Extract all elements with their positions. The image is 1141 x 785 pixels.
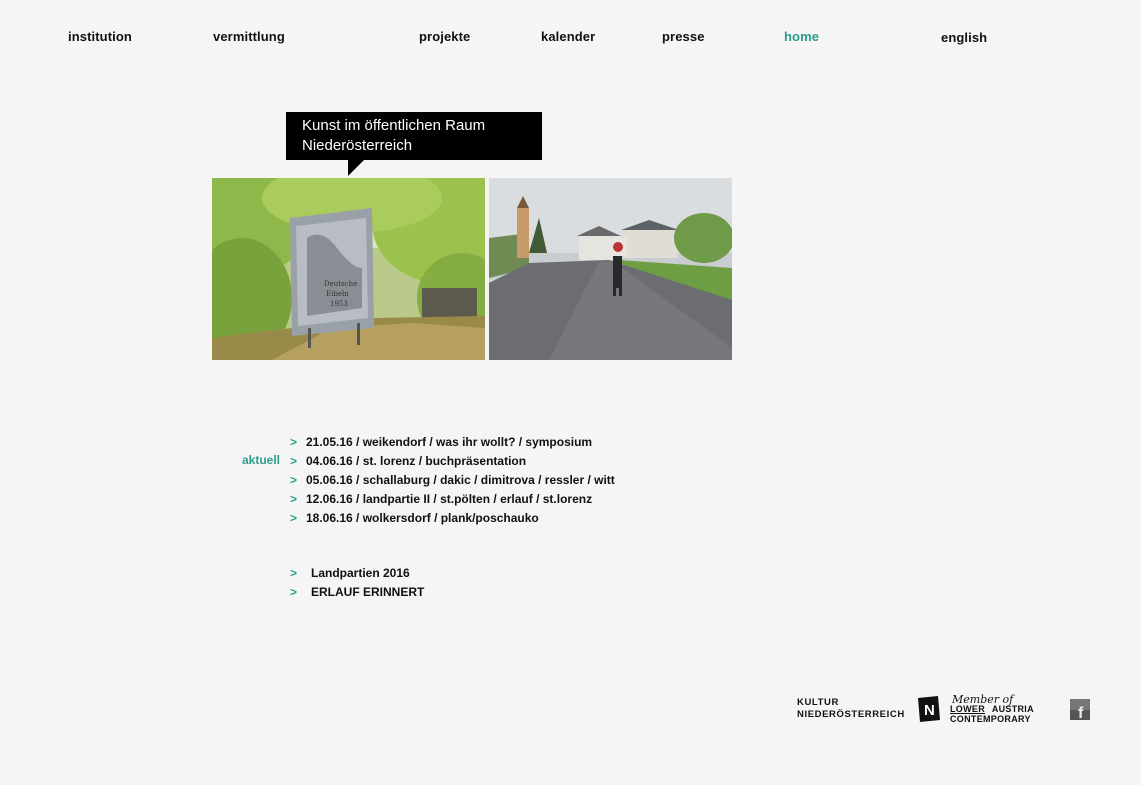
list-item[interactable]: > ERLAUF ERINNERT bbox=[290, 583, 424, 602]
arrow-icon: > bbox=[290, 454, 298, 468]
kultur-line2: NIEDERÖSTERREICH bbox=[797, 709, 905, 720]
site-title-line1: Kunst im öffentlichen Raum bbox=[302, 117, 486, 134]
svg-text:Eibeln: Eibeln bbox=[326, 290, 349, 298]
art-sign: Deutsche Eibeln 1953 bbox=[290, 208, 374, 348]
event-link[interactable]: 05.06.16 / schallaburg / dakic / dimitro… bbox=[306, 473, 615, 487]
photo-village-road[interactable] bbox=[489, 178, 732, 360]
aktuell-label[interactable]: aktuell bbox=[242, 453, 280, 467]
event-list: >21.05.16 / weikendorf / was ihr wollt? … bbox=[290, 433, 615, 528]
nav-institution[interactable]: institution bbox=[68, 29, 132, 44]
lac-austria: AUSTRIA bbox=[991, 704, 1034, 714]
event-link[interactable]: 04.06.16 / st. lorenz / buchpräsentation bbox=[306, 454, 526, 468]
lower-austria-contemporary-logo[interactable]: Member of LOWER AUSTRIA CONTEMPORARY bbox=[950, 694, 1060, 724]
kultur-noe-logo[interactable]: KULTUR NIEDERÖSTERREICH bbox=[797, 697, 905, 721]
list-item[interactable]: >05.06.16 / schallaburg / dakic / dimitr… bbox=[290, 471, 615, 490]
svg-text:N: N bbox=[924, 702, 935, 719]
svg-text:Deutsche: Deutsche bbox=[324, 280, 357, 288]
svg-text:1953: 1953 bbox=[330, 300, 348, 308]
n-logo-icon[interactable]: N bbox=[918, 696, 940, 727]
list-item[interactable]: >18.06.16 / wolkersdorf / plank/poschauk… bbox=[290, 509, 615, 528]
list-item[interactable]: > Landpartien 2016 bbox=[290, 564, 424, 583]
list-item[interactable]: >12.06.16 / landpartie II / st.pölten / … bbox=[290, 490, 615, 509]
nav-kalender[interactable]: kalender bbox=[541, 29, 595, 44]
event-link[interactable]: 21.05.16 / weikendorf / was ihr wollt? /… bbox=[306, 435, 592, 449]
event-link[interactable]: 18.06.16 / wolkersdorf / plank/poschauko bbox=[306, 511, 539, 525]
nav-presse[interactable]: presse bbox=[662, 29, 705, 44]
lac-line1: LOWER AUSTRIA bbox=[950, 705, 1060, 714]
site-title-banner[interactable]: Kunst im öffentlichen Raum Niederösterre… bbox=[286, 112, 542, 176]
photo-forest-sign[interactable]: Deutsche Eibeln 1953 bbox=[212, 178, 485, 360]
arrow-icon: > bbox=[290, 566, 298, 580]
facebook-icon[interactable]: f bbox=[1070, 699, 1090, 725]
arrow-icon: > bbox=[290, 585, 298, 599]
list-item[interactable]: >21.05.16 / weikendorf / was ihr wollt? … bbox=[290, 433, 615, 452]
nav-projekte[interactable]: projekte bbox=[419, 29, 470, 44]
project-link-erlauf[interactable]: ERLAUF ERINNERT bbox=[311, 585, 424, 599]
kultur-line1: KULTUR bbox=[797, 697, 839, 708]
site-title-line2: Niederösterreich bbox=[302, 137, 413, 154]
speech-pointer bbox=[348, 160, 364, 176]
lac-lower: LOWER bbox=[950, 704, 985, 714]
arrow-icon: > bbox=[290, 435, 298, 449]
nav-vermittlung[interactable]: vermittlung bbox=[213, 29, 285, 44]
lac-line2: CONTEMPORARY bbox=[950, 714, 1031, 724]
project-list: > Landpartien 2016 > ERLAUF ERINNERT bbox=[290, 564, 424, 602]
arrow-icon: > bbox=[290, 473, 298, 487]
svg-text:f: f bbox=[1078, 705, 1084, 720]
nav-english[interactable]: english bbox=[941, 30, 987, 45]
nav-home[interactable]: home bbox=[784, 29, 819, 44]
arrow-icon: > bbox=[290, 492, 298, 506]
list-item[interactable]: >04.06.16 / st. lorenz / buchpräsentatio… bbox=[290, 452, 615, 471]
event-link[interactable]: 12.06.16 / landpartie II / st.pölten / e… bbox=[306, 492, 592, 506]
arrow-icon: > bbox=[290, 511, 298, 525]
project-link-landpartien[interactable]: Landpartien 2016 bbox=[311, 566, 410, 580]
